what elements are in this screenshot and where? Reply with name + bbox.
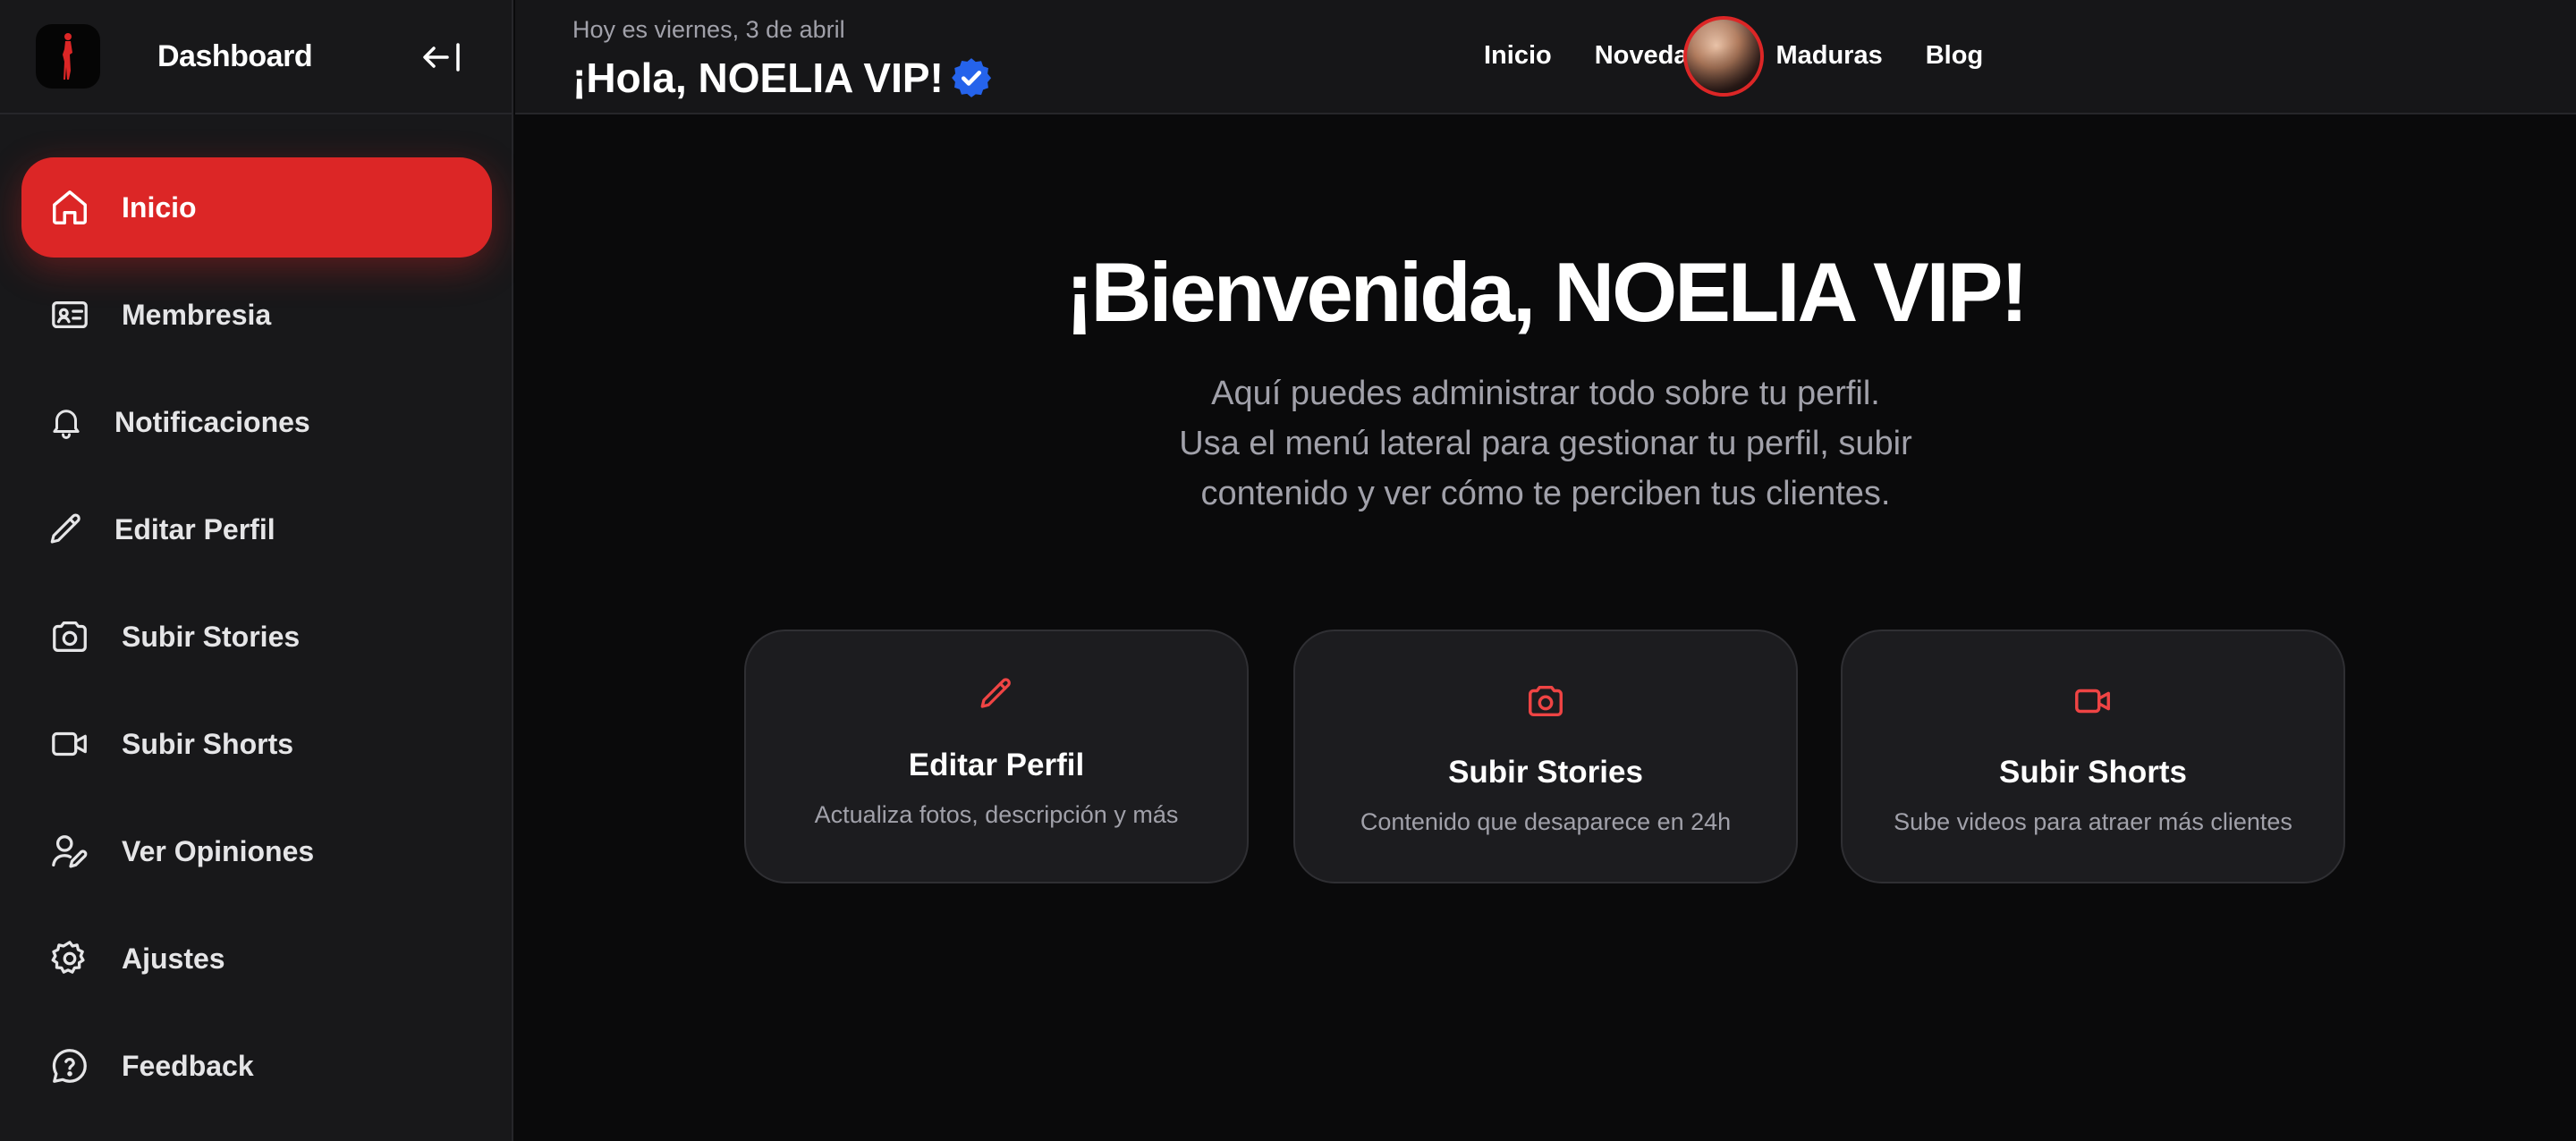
camera-icon xyxy=(48,615,91,658)
sidebar-item-label: Editar Perfil xyxy=(114,512,275,545)
welcome-heading: ¡Bienvenida, NOELIA VIP! xyxy=(1065,245,2029,339)
pencil-icon xyxy=(45,508,88,551)
gear-icon xyxy=(48,937,91,980)
sidebar-item-subir-stories[interactable]: Subir Stories xyxy=(21,587,492,687)
sidebar-item-label: Ajustes xyxy=(122,942,225,975)
verified-badge-icon xyxy=(949,55,994,100)
sidebar-item-label: Notificaciones xyxy=(114,405,310,438)
card-title: Editar Perfil xyxy=(908,748,1085,782)
greeting-text: ¡Hola, NOELIA VIP! xyxy=(572,55,944,101)
sidebar-item-feedback[interactable]: Feedback xyxy=(21,1016,492,1116)
brand-title: Dashboard xyxy=(157,38,313,73)
card-description: Actualiza fotos, descripción y más xyxy=(814,801,1179,828)
sidebar-item-inicio[interactable]: Inicio xyxy=(21,157,492,258)
card-editar-perfil[interactable]: Editar Perfil Actualiza fotos, descripci… xyxy=(744,630,1249,883)
home-icon xyxy=(48,186,91,229)
card-title: Subir Shorts xyxy=(1998,755,2188,790)
silhouette-logo-icon[interactable] xyxy=(36,24,100,89)
video-icon xyxy=(2072,680,2114,723)
sidebar-item-subir-shorts[interactable]: Subir Shorts xyxy=(21,694,492,794)
video-icon xyxy=(48,723,91,765)
camera-icon xyxy=(1524,680,1567,723)
sidebar-item-ver-opiniones[interactable]: Ver Opiniones xyxy=(21,801,492,901)
brand-header: Dashboard xyxy=(0,0,512,114)
id-card-icon xyxy=(48,293,91,336)
card-description: Sube videos para atraer más clientes xyxy=(1894,808,2292,835)
date-text: Hoy es viernes, 3 de abril xyxy=(572,16,845,43)
top-header: Hoy es viernes, 3 de abril ¡Hola, NOELIA… xyxy=(515,0,2576,114)
card-subir-stories[interactable]: Subir Stories Contenido que desaparece e… xyxy=(1293,630,1798,883)
top-nav-inicio[interactable]: Inicio xyxy=(1484,41,1552,71)
subtitle-line: contenido y ver cómo te perciben tus cli… xyxy=(1200,475,1891,512)
sidebar-item-editar-perfil[interactable]: Editar Perfil xyxy=(21,479,492,579)
sidebar-item-label: Ver Opiniones xyxy=(122,834,315,867)
sidebar-item-ajustes[interactable]: Ajustes xyxy=(21,909,492,1009)
sidebar-item-label: Inicio xyxy=(122,190,197,224)
card-subir-shorts[interactable]: Subir Shorts Sube videos para atraer más… xyxy=(1841,630,2345,883)
user-avatar[interactable] xyxy=(1683,16,1764,97)
sidebar-item-label: Subir Shorts xyxy=(122,727,294,760)
sidebar-item-label: Membresia xyxy=(122,298,272,331)
welcome-subtitle: Aquí puedes administrar todo sobre tu pe… xyxy=(515,368,2576,519)
sidebar: Dashboard Inicio Membresia Notificacione… xyxy=(0,0,513,1141)
dashboard-app: Dashboard Inicio Membresia Notificacione… xyxy=(0,0,2576,1141)
top-nav-blog[interactable]: Blog xyxy=(1926,41,1983,71)
card-description: Contenido que desaparece en 24h xyxy=(1360,808,1732,835)
sidebar-item-label: Feedback xyxy=(122,1049,254,1082)
sidebar-item-label: Subir Stories xyxy=(122,620,301,653)
subtitle-line: Usa el menú lateral para gestionar tu pe… xyxy=(1179,425,1912,462)
avatar-image xyxy=(1687,20,1760,93)
collapse-sidebar-button[interactable] xyxy=(417,36,467,79)
main-content: ¡Bienvenida, NOELIA VIP! Aquí puedes adm… xyxy=(515,116,2576,1141)
user-edit-icon xyxy=(48,830,91,873)
pencil-icon xyxy=(975,672,1018,715)
bell-icon xyxy=(45,401,88,444)
help-bubble-icon xyxy=(48,1044,91,1087)
top-nav-maduras[interactable]: Maduras xyxy=(1775,41,1882,71)
card-title: Subir Stories xyxy=(1448,755,1643,790)
subtitle-line: Aquí puedes administrar todo sobre tu pe… xyxy=(1211,375,1880,412)
arrow-left-bar-icon xyxy=(423,43,460,72)
sidebar-item-notificaciones[interactable]: Notificaciones xyxy=(21,372,492,472)
greeting-title: ¡Hola, NOELIA VIP! xyxy=(572,54,994,102)
sidebar-item-membresia[interactable]: Membresia xyxy=(21,265,492,365)
